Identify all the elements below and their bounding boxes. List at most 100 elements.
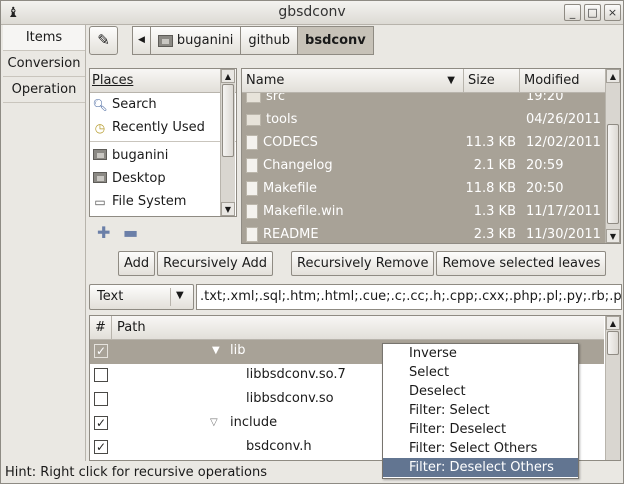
- file-row[interactable]: Makefile 11.8 KB 20:50: [242, 177, 606, 200]
- tree-label: libbsdconv.so.7: [246, 367, 346, 382]
- menu-item-filter-select-others[interactable]: Filter: Select Others: [383, 439, 578, 458]
- extension-filter-input[interactable]: .txt;.xml;.sql;.htm;.html;.cue;.c;.cc;.h…: [196, 284, 622, 310]
- close-button[interactable]: ×: [604, 4, 621, 21]
- crumb-bsdconv[interactable]: bsdconv: [297, 26, 374, 55]
- place-recently-used[interactable]: ◷ Recently Used: [90, 116, 236, 139]
- document-icon: [246, 135, 258, 150]
- scroll-down-icon[interactable]: ▼: [606, 229, 620, 243]
- file-row[interactable]: Changelog 2.1 KB 20:59: [242, 154, 606, 177]
- clock-icon: ◷: [94, 120, 106, 135]
- tab-operation[interactable]: Operation: [3, 77, 85, 103]
- chevron-down-icon: ▼: [176, 290, 184, 301]
- filter-type-select[interactable]: Text ▼: [89, 284, 194, 310]
- remove-bookmark-icon[interactable]: ▬: [123, 223, 138, 242]
- file-list-header: Name ▼ Size Modified: [242, 69, 606, 93]
- place-label: Search: [112, 97, 157, 112]
- checkbox[interactable]: ✓: [94, 344, 108, 358]
- left-arrow-icon: ◀: [138, 35, 145, 45]
- places-panel: Places 🔍︎ Search ◷ Recently Used buganin…: [89, 68, 237, 217]
- home-folder-icon: [92, 148, 108, 164]
- add-bookmark-icon[interactable]: ✚: [97, 223, 110, 242]
- maximize-button[interactable]: □: [584, 4, 601, 21]
- minimize-button[interactable]: _: [564, 4, 581, 21]
- file-size: 2.3 KB: [473, 227, 516, 242]
- file-name: Changelog: [263, 158, 333, 173]
- file-row[interactable]: Makefile.win 1.3 KB 11/17/2011: [242, 200, 606, 223]
- crumb-label: bsdconv: [305, 33, 366, 48]
- place-label: buganini: [112, 148, 169, 163]
- checkbox[interactable]: ✓: [94, 416, 108, 430]
- tab-items[interactable]: Items: [3, 25, 85, 51]
- menu-item-filter-select[interactable]: Filter: Select: [383, 401, 578, 420]
- places-header-label: Places: [92, 73, 134, 88]
- file-row[interactable]: tools 04/26/2011: [242, 108, 606, 131]
- menu-item-filter-deselect[interactable]: Filter: Deselect: [383, 420, 578, 439]
- file-name: src: [266, 93, 285, 104]
- scroll-thumb[interactable]: [607, 124, 619, 224]
- file-name: CODECS: [263, 135, 318, 150]
- add-button[interactable]: Add: [118, 251, 156, 276]
- crumb-github[interactable]: github: [240, 26, 299, 55]
- recursively-remove-button[interactable]: Recursively Remove: [291, 251, 435, 276]
- document-icon: [246, 227, 258, 242]
- place-search[interactable]: 🔍︎ Search: [90, 93, 236, 116]
- window-title: gbsdconv: [278, 4, 346, 20]
- menu-item-deselect[interactable]: Deselect: [383, 382, 578, 401]
- column-label: Modified: [524, 73, 580, 88]
- places-scrollbar[interactable]: ▲ ▼: [220, 69, 235, 216]
- place-label: Recently Used: [112, 120, 205, 135]
- tree-scrollbar[interactable]: ▲: [605, 316, 620, 460]
- column-name[interactable]: Name ▼: [242, 69, 464, 93]
- add-button-group: Add Recursively Add: [118, 251, 275, 276]
- remove-selected-leaves-button[interactable]: Remove selected leaves: [436, 251, 607, 276]
- filter-type-value: Text: [97, 289, 124, 304]
- folder-icon: [246, 93, 261, 103]
- document-icon: [246, 181, 258, 196]
- expander-down-icon[interactable]: ▽: [210, 417, 218, 428]
- file-row[interactable]: src 19:20: [242, 93, 606, 108]
- path-back-button[interactable]: ◀: [132, 26, 151, 55]
- menu-item-select[interactable]: Select: [383, 363, 578, 382]
- place-buganini[interactable]: buganini: [90, 144, 236, 167]
- scroll-down-icon[interactable]: ▼: [221, 202, 235, 216]
- file-list-scrollbar[interactable]: ▲ ▼: [605, 69, 620, 243]
- recursively-add-button[interactable]: Recursively Add: [157, 251, 274, 276]
- file-name: Makefile: [263, 181, 318, 196]
- column-path[interactable]: Path: [112, 316, 604, 340]
- file-modified: 11/17/2011: [526, 204, 601, 219]
- scroll-up-icon[interactable]: ▲: [606, 316, 620, 330]
- menu-item-inverse[interactable]: Inverse: [383, 344, 578, 363]
- checkbox[interactable]: [94, 368, 108, 382]
- crumb-buganini[interactable]: buganini: [149, 26, 242, 55]
- scroll-up-icon[interactable]: ▲: [221, 69, 235, 83]
- checkbox[interactable]: ✓: [94, 440, 108, 454]
- main-window: ♝ gbsdconv _ □ × Items Conversion Operat…: [0, 0, 624, 484]
- column-modified[interactable]: Modified: [520, 69, 606, 93]
- file-row[interactable]: README 2.3 KB 11/30/2011: [242, 223, 606, 243]
- file-row[interactable]: CODECS 11.3 KB 12/02/2011: [242, 131, 606, 154]
- file-size: 2.1 KB: [473, 158, 516, 173]
- tree-label: include: [230, 415, 278, 430]
- places-separator: [90, 141, 236, 142]
- places-header[interactable]: Places: [90, 69, 236, 93]
- file-list-body: src 19:20 tools 04/26/2011 CODECS 11.3 K…: [242, 93, 606, 243]
- places-list: 🔍︎ Search ◷ Recently Used buganini Deskt…: [90, 93, 236, 216]
- file-modified: 11/30/2011: [526, 227, 601, 242]
- sort-down-icon: ▼: [447, 75, 455, 86]
- title-bar[interactable]: ♝ gbsdconv _ □ ×: [1, 1, 623, 25]
- scroll-thumb[interactable]: [607, 331, 619, 355]
- file-modified: 04/26/2011: [526, 112, 601, 127]
- place-desktop[interactable]: Desktop: [90, 167, 236, 190]
- tab-conversion[interactable]: Conversion: [3, 51, 85, 77]
- scroll-thumb[interactable]: [222, 84, 234, 157]
- column-size[interactable]: Size: [464, 69, 520, 93]
- side-nav: Items Conversion Operation: [3, 25, 86, 461]
- place-label: Desktop: [112, 171, 166, 186]
- place-file-system[interactable]: ▭ File System: [90, 190, 236, 213]
- edit-location-button[interactable]: ✎: [89, 26, 118, 55]
- column-check[interactable]: #: [90, 316, 112, 340]
- checkbox[interactable]: [94, 392, 108, 406]
- scroll-up-icon[interactable]: ▲: [606, 69, 620, 83]
- expander-down-icon[interactable]: ▼: [212, 345, 220, 356]
- place-label: File System: [112, 194, 187, 209]
